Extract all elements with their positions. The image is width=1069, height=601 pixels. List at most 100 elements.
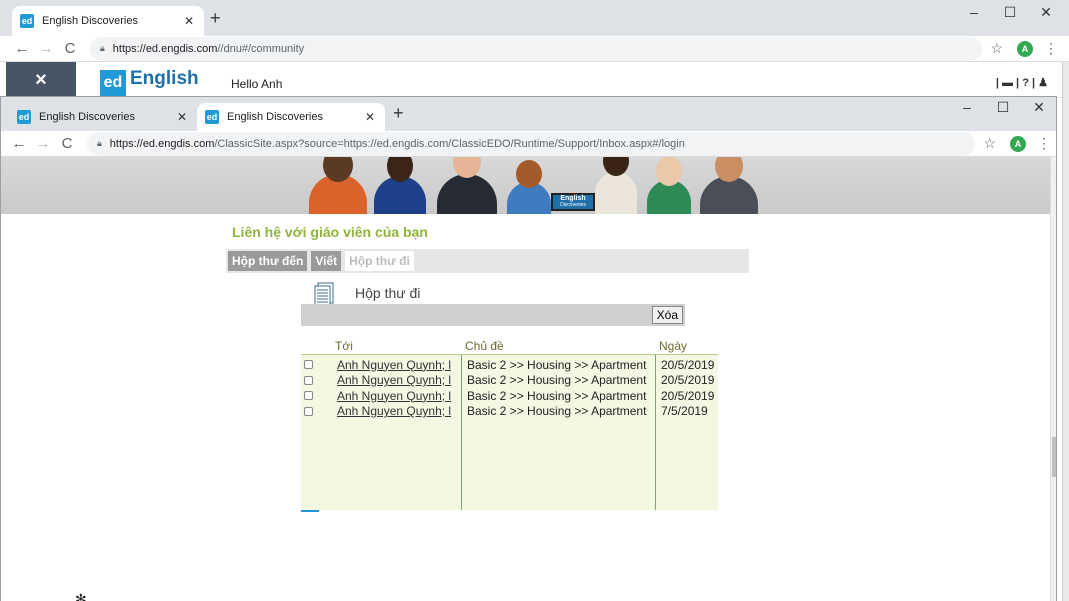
lock-icon: 🔒︎: [100, 43, 105, 53]
front-scrollbar[interactable]: [1050, 157, 1056, 601]
forward-icon[interactable]: →: [34, 40, 58, 57]
back-tab[interactable]: ed English Discoveries ✕: [12, 6, 204, 36]
page-title: Liên hệ với giáo viên của bạn: [232, 224, 428, 240]
ed-logo: ed: [100, 70, 126, 96]
column-header-subject[interactable]: Chủ đề: [465, 339, 504, 353]
front-tab-2[interactable]: ed English Discoveries ✕: [197, 103, 385, 131]
table-row[interactable]: Anh Nguyen Quynh; l Basic 2 >> Housing >>…: [301, 388, 714, 403]
front-window: ed English Discoveries ✕ ed English Disc…: [0, 96, 1057, 601]
message-list: Anh Nguyen Quynh; l Basic 2 >> Housing >>…: [301, 354, 718, 510]
front-tabstrip: ed English Discoveries ✕ ed English Disc…: [1, 97, 1056, 131]
greeting: Hello Anh: [231, 77, 283, 91]
reload-icon[interactable]: C: [55, 135, 79, 152]
subject-cell[interactable]: Basic 2 >> Housing >> Apartment: [467, 404, 657, 418]
recipient-link[interactable]: Anh Nguyen Quynh; l: [337, 389, 461, 403]
person-image: [507, 160, 551, 214]
menu-kebab-icon[interactable]: ⋮: [1036, 135, 1052, 152]
tab-title: English Discoveries: [227, 111, 323, 123]
footer-logo-icon: ✻: [75, 591, 87, 601]
profile-avatar[interactable]: A: [1010, 135, 1026, 152]
back-address-bar[interactable]: 🔒︎ https://ed.engdis.com//dnu#/community: [90, 36, 983, 61]
subject-cell[interactable]: Basic 2 >> Housing >> Apartment: [467, 373, 657, 387]
sidebar-close-button[interactable]: ×: [6, 62, 76, 98]
close-tab-icon[interactable]: ✕: [363, 110, 377, 124]
person-image: [374, 157, 426, 214]
ed-favicon-icon: ed: [20, 14, 34, 28]
front-address-bar[interactable]: 🔒︎ https://ed.engdis.com/ClassicSite.asp…: [87, 131, 976, 156]
front-tab-1[interactable]: ed English Discoveries ✕: [9, 103, 197, 131]
new-tab-icon[interactable]: +: [393, 103, 404, 124]
back-toolbar: ← → C 🔒︎ https://ed.engdis.com//dnu#/com…: [0, 36, 1069, 62]
date-cell: 20/5/2019: [661, 357, 715, 372]
user-icon[interactable]: ♟: [1038, 77, 1048, 89]
minimize-icon[interactable]: –: [949, 99, 985, 115]
table-row[interactable]: Anh Nguyen Quynh; l Basic 2 >> Housing >>…: [301, 404, 708, 419]
row-checkbox[interactable]: [304, 391, 313, 400]
bookmark-star-icon[interactable]: ☆: [990, 40, 1003, 57]
header-icons: | ▬ | ? | ♟: [996, 76, 1048, 89]
help-icon[interactable]: ? |: [1022, 77, 1035, 89]
banner-logo-line2: Discoveries: [560, 202, 586, 208]
bookmark-star-icon[interactable]: ☆: [983, 135, 996, 152]
forward-icon[interactable]: →: [31, 135, 55, 152]
menu-kebab-icon[interactable]: ⋮: [1043, 40, 1059, 57]
table-row[interactable]: Anh Nguyen Quynh; l Basic 2 >> Housing >>…: [301, 373, 714, 388]
maximize-icon[interactable]: ☐: [985, 99, 1021, 116]
reload-icon[interactable]: C: [58, 40, 82, 57]
tab-inbox[interactable]: Hộp thư đến: [228, 251, 308, 271]
url-host: https://ed.engdis.com: [109, 137, 215, 150]
person-image: [595, 157, 637, 214]
book-icon[interactable]: | ▬ |: [996, 77, 1019, 89]
table-row[interactable]: Anh Nguyen Quynh; l Basic 2 >> Housing >>…: [301, 357, 714, 372]
url-host: https://ed.engdis.com: [112, 42, 218, 55]
column-header-date[interactable]: Ngày: [659, 339, 687, 353]
subject-cell[interactable]: Basic 2 >> Housing >> Apartment: [467, 389, 657, 403]
row-checkbox[interactable]: [304, 375, 313, 385]
tab-title: English Discoveries: [39, 111, 135, 123]
recipient-link[interactable]: Anh Nguyen Quynh; l: [337, 358, 461, 372]
url-path: //dnu#/community: [217, 42, 305, 55]
person-image: [437, 157, 497, 214]
tab-title: English Discoveries: [42, 15, 138, 27]
delete-button[interactable]: Xóa: [651, 306, 683, 324]
grid-footer-marker: [301, 510, 319, 512]
ed-favicon-icon: ed: [205, 110, 219, 124]
scroll-thumb[interactable]: [1052, 437, 1056, 477]
tab-outbox[interactable]: Hộp thư đi: [345, 251, 414, 271]
recipient-link[interactable]: Anh Nguyen Quynh; l: [337, 373, 461, 387]
maximize-icon[interactable]: ☐: [992, 4, 1028, 21]
banner-logo-line1: English: [560, 195, 586, 202]
recipient-link[interactable]: Anh Nguyen Quynh; l: [337, 404, 461, 418]
back-window-tabstrip: ed English Discoveries ✕ + – ☐ ✕: [0, 0, 1069, 36]
row-checkbox[interactable]: [304, 406, 313, 416]
minimize-icon[interactable]: –: [956, 4, 992, 20]
back-scrollbar[interactable]: [1062, 62, 1069, 601]
row-checkbox[interactable]: [304, 360, 313, 369]
window-close-icon[interactable]: ✕: [1021, 99, 1056, 116]
back-app-header: × ed English Hello Anh | ▬ | ? | ♟: [6, 62, 1062, 98]
tab-compose[interactable]: Viết: [311, 251, 342, 271]
back-icon[interactable]: ←: [7, 135, 31, 152]
mailbox-tabs: Hộp thư đến Viết Hộp thư đi: [226, 249, 749, 273]
date-cell: 20/5/2019: [661, 388, 715, 403]
back-icon[interactable]: ←: [10, 40, 34, 57]
ed-favicon-icon: ed: [17, 110, 31, 124]
person-image: [309, 157, 367, 214]
window-close-icon[interactable]: ✕: [1028, 4, 1064, 21]
subject-cell[interactable]: Basic 2 >> Housing >> Apartment: [467, 358, 657, 372]
front-toolbar: ← → C 🔒︎ https://ed.engdis.com/ClassicSi…: [1, 131, 1056, 157]
person-image: [700, 157, 758, 214]
person-image: [647, 157, 691, 214]
logo-text: English: [130, 68, 199, 89]
close-tab-icon[interactable]: ✕: [175, 110, 189, 124]
url-path: /ClassicSite.aspx?source=https://ed.engd…: [214, 137, 685, 150]
new-tab-icon[interactable]: +: [210, 8, 221, 29]
people-banner: English Discoveries: [1, 157, 1056, 214]
date-cell: 20/5/2019: [661, 373, 715, 387]
column-header-to[interactable]: Tới: [335, 339, 353, 353]
banner-logo: English Discoveries: [551, 193, 595, 211]
profile-avatar[interactable]: A: [1017, 40, 1033, 57]
close-tab-icon[interactable]: ✕: [182, 14, 196, 28]
lock-icon: 🔒︎: [97, 138, 102, 148]
date-cell: 7/5/2019: [661, 404, 708, 418]
